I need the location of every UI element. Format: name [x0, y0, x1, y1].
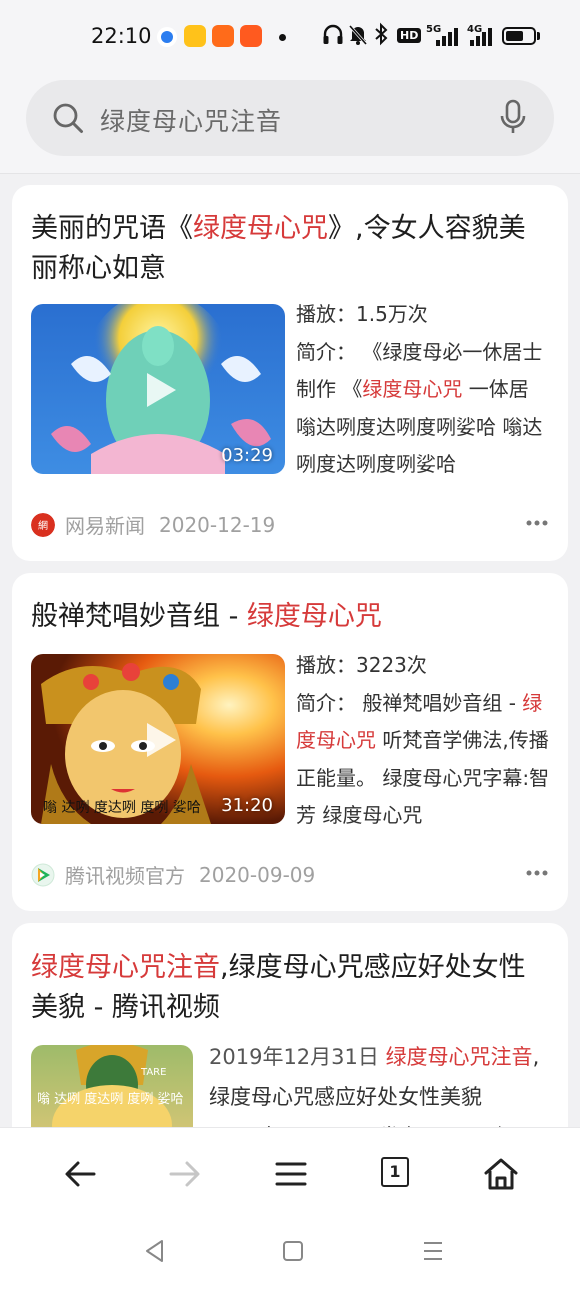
tabs-button[interactable]: 1	[381, 1157, 409, 1187]
publish-date: 2020-12-19	[159, 512, 276, 537]
title-highlight: 绿度母心咒注音	[31, 952, 220, 983]
thumb-caption: 嗡 达咧 度达咧 度咧 娑哈	[37, 1091, 184, 1107]
search-query[interactable]: 绿度母心咒注音	[100, 102, 282, 138]
desc-highlight: 绿度母心咒	[362, 377, 463, 401]
notification-notes-icon	[184, 25, 206, 47]
source-name: 腾讯视频官方	[65, 864, 185, 888]
video-thumbnail[interactable]: 嗡 达咧 度达咧 度咧 娑哈 31:20	[31, 654, 285, 824]
snippet-highlight: 绿度母心咒注音	[385, 1045, 533, 1069]
play-icon	[147, 373, 176, 407]
play-count: 播放：1.5万次	[296, 302, 428, 326]
source-name: 网易新闻	[65, 514, 145, 538]
mute-bell-icon	[348, 25, 368, 45]
video-duration: 31:20	[221, 795, 273, 816]
search-result-card[interactable]: 般禅梵唱妙音组 - 绿度母心咒 嗡 达咧 度达咧 度咧 娑哈 31:20 播放：…	[12, 573, 568, 911]
bluetooth-icon	[375, 22, 388, 46]
result-meta: 播放：3223次 简介： 般禅梵唱妙音组 - 绿度母心咒 听梵音学佛法,传播正能…	[296, 647, 554, 835]
result-meta: 播放：1.5万次 简介： 《绿度母必一休居士制作 《绿度母心咒 一体居 嗡达咧度…	[296, 296, 554, 484]
thumb-caption: 嗡 达咧 度达咧 度咧 娑哈	[43, 800, 201, 816]
result-description: 简介： 《绿度母必一休居士制作 《绿度母心咒 一体居 嗡达咧度达咧度咧娑哈 嗡达…	[296, 334, 554, 484]
play-icon	[147, 723, 176, 757]
desc-label: 简介：	[296, 690, 356, 715]
video-thumbnail[interactable]: 03:29	[31, 304, 285, 474]
play-count: 播放：3223次	[296, 653, 427, 677]
arrow-right-icon[interactable]	[165, 1154, 205, 1194]
cell-signal-1-icon	[436, 28, 458, 46]
hd-voice-badge: HD	[397, 28, 422, 43]
more-notifications-dot	[279, 34, 286, 41]
tencent-video-logo	[31, 863, 55, 886]
result-title[interactable]: 美丽的咒语《绿度母心咒》,令女人容貌美丽称心如意	[31, 209, 551, 289]
title-highlight: 绿度母心咒	[246, 601, 382, 632]
more-options-icon[interactable]	[526, 520, 548, 526]
recents-lines-icon[interactable]	[421, 1238, 445, 1264]
title-highlight: 绿度母心咒	[193, 213, 328, 244]
notification-shopping-icon	[212, 25, 234, 47]
desc-label: 简介：	[296, 339, 356, 364]
result-source: 網 网易新闻 2020-12-19	[31, 510, 275, 539]
result-description: 简介： 般禅梵唱妙音组 - 绿度母心咒 听梵音学佛法,传播正能量。 绿度母心咒字…	[296, 685, 554, 835]
back-triangle-icon[interactable]	[143, 1238, 165, 1264]
menu-icon[interactable]	[271, 1154, 311, 1194]
battery-icon	[502, 27, 536, 45]
publish-date: 2020-09-09	[199, 862, 316, 887]
search-result-card[interactable]: 美丽的咒语《绿度母心咒》,令女人容貌美丽称心如意 03:29 播放：1.5万次 …	[12, 185, 568, 561]
snippet-date: 2019年12月31日	[209, 1045, 386, 1069]
battery-cap	[537, 32, 540, 40]
headphones-icon	[323, 24, 343, 44]
more-options-icon[interactable]	[526, 870, 548, 876]
search-input[interactable]: 绿度母心咒注音	[26, 80, 554, 156]
microphone-icon[interactable]	[498, 99, 528, 135]
desc-text: 般禅梵唱妙音组 -	[356, 690, 523, 715]
result-source: 腾讯视频官方 2020-09-09	[31, 860, 315, 889]
video-duration: 03:29	[221, 445, 273, 466]
notification-taobao-icon	[240, 25, 262, 47]
browser-bottom-bar	[0, 1127, 580, 1289]
notification-app-icon	[157, 27, 177, 47]
svg-text:網: 網	[38, 519, 48, 532]
search-icon	[53, 103, 83, 133]
battery-level	[506, 31, 523, 41]
result-title[interactable]: 般禅梵唱妙音组 - 绿度母心咒	[31, 597, 551, 637]
title-text: 般禅梵唱妙音组 -	[31, 601, 247, 632]
status-time: 22:10	[91, 24, 152, 48]
result-title[interactable]: 绿度母心咒注音,绿度母心咒感应好处女性美貌 - 腾讯视频	[31, 948, 551, 1028]
arrow-left-icon[interactable]	[60, 1154, 100, 1194]
home-icon[interactable]	[481, 1154, 521, 1194]
thumb-label: TARE	[140, 1067, 166, 1078]
cell-signal-2-icon	[470, 28, 492, 46]
title-text: 美丽的咒语《	[31, 213, 193, 244]
home-square-icon[interactable]	[281, 1238, 305, 1264]
netease-news-logo: 網	[31, 512, 55, 537]
search-header: 绿度母心咒注音	[0, 68, 580, 174]
status-bar: 22:10 HD 5G 4G	[0, 0, 580, 68]
